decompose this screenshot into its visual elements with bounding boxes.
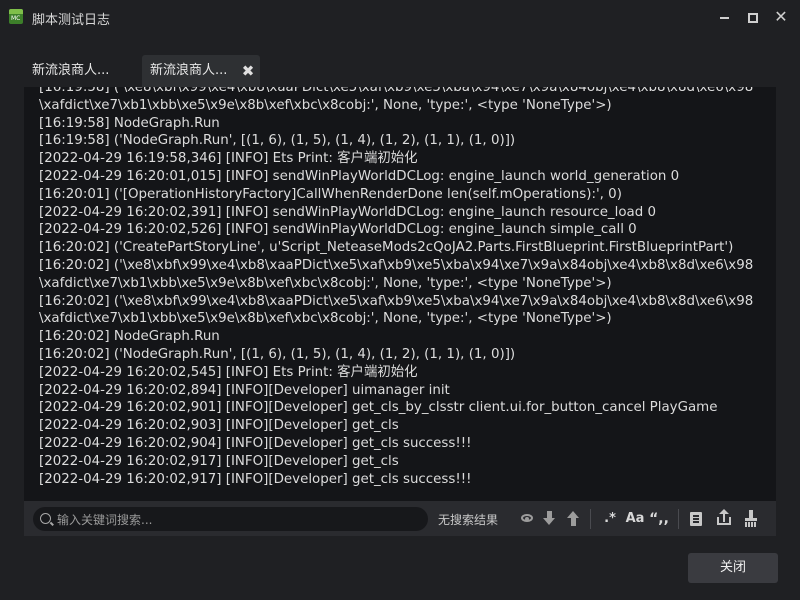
match-case-toggle[interactable]: Aa (624, 509, 646, 529)
log-line: [16:20:02] ('\xe8\xbf\x99\xe4\xb8\xaaPDi… (39, 293, 754, 309)
close-icon: ✕ (774, 7, 788, 26)
log-line: [16:20:02] NodeGraph.Run (39, 329, 220, 345)
toolbar-divider (678, 509, 679, 529)
log-line: \xafdict\xe7\xb1\xbb\xe5\x9e\x8b\xef\xbc… (39, 311, 612, 327)
log-line: [16:20:02] ('NodeGraph.Run', [(1, 6), (1… (39, 346, 516, 362)
minecraft-grass-block-icon: MC (9, 9, 23, 24)
toolbar-divider (590, 509, 591, 529)
tab-label: 新流浪商人... (150, 63, 228, 78)
clear-log-button[interactable] (743, 509, 759, 529)
log-line: [2022-04-29 16:19:58,346] [INFO] Ets Pri… (39, 151, 418, 167)
log-line: [16:20:01] ('[OperationHistoryFactory]Ca… (39, 186, 622, 202)
log-line: [2022-04-29 16:20:02,901] [INFO][Develop… (39, 400, 718, 416)
copy-icon (690, 512, 702, 526)
log-line: [16:19:58] ('NodeGraph.Run', [(1, 6), (1… (39, 133, 516, 149)
log-line: [2022-04-29 16:20:02,903] [INFO][Develop… (39, 418, 399, 434)
log-line: [16:19:58] ('\xe8\xbf\x99\xe4\xb8\xaaPDi… (39, 87, 754, 95)
window-close-button[interactable]: ✕ (771, 7, 791, 27)
log-line: [2022-04-29 16:20:02,917] [INFO][Develop… (39, 471, 472, 487)
maximize-button[interactable] (743, 7, 763, 27)
log-line: [2022-04-29 16:20:02,545] [INFO] Ets Pri… (39, 364, 418, 380)
close-button[interactable]: 关闭 (688, 553, 778, 583)
log-line: \xafdict\xe7\xb1\xbb\xe5\x9e\x8b\xef\xbc… (39, 97, 612, 113)
minimize-button[interactable] (715, 7, 735, 27)
export-log-button[interactable] (716, 509, 732, 529)
maximize-icon (748, 13, 758, 23)
toggle-visibility-button[interactable] (520, 509, 536, 529)
next-match-button[interactable] (542, 509, 558, 529)
previous-match-button[interactable] (566, 509, 582, 529)
tab-label: 新流浪商人... (32, 63, 110, 78)
log-line: [16:19:58] NodeGraph.Run (39, 115, 220, 131)
regex-toggle[interactable]: .* (600, 509, 620, 529)
tab-close-icon[interactable]: ✖ (240, 55, 256, 87)
log-line: [2022-04-29 16:20:02,904] [INFO][Develop… (39, 435, 472, 451)
minimize-icon (720, 17, 729, 19)
log-line: [2022-04-29 16:20:02,894] [INFO][Develop… (39, 382, 450, 398)
tab-script-1[interactable]: 新流浪商人... (24, 55, 139, 87)
search-icon (40, 513, 51, 524)
window-title: 脚本测试日志 (32, 13, 111, 28)
search-input[interactable] (55, 509, 419, 531)
search-toolbar: 无搜索结果 .* Aa “,, (24, 501, 776, 536)
copy-log-button[interactable] (688, 509, 704, 529)
log-line: \xafdict\xe7\xb1\xbb\xe5\x9e\x8b\xef\xbc… (39, 275, 612, 291)
eye-icon (521, 514, 533, 522)
log-line: [2022-04-29 16:20:02,391] [INFO] sendWin… (39, 204, 657, 220)
whole-word-toggle[interactable]: “,, (648, 509, 670, 529)
log-line: [2022-04-29 16:20:02,917] [INFO][Develop… (39, 453, 399, 469)
log-panel[interactable]: [16:19:58] ('\xe8\xbf\x99\xe4\xb8\xaaPDi… (24, 87, 776, 501)
log-output: [16:19:58] ('\xe8\xbf\x99\xe4\xb8\xaaPDi… (39, 87, 769, 488)
log-line: [16:20:02] ('\xe8\xbf\x99\xe4\xb8\xaaPDi… (39, 257, 754, 273)
tab-script-2[interactable]: 新流浪商人... ✖ (142, 55, 260, 87)
title-bar: MC 脚本测试日志 ✕ (0, 0, 800, 34)
log-line: [2022-04-29 16:20:01,015] [INFO] sendWin… (39, 168, 680, 184)
search-status: 无搜索结果 (438, 513, 499, 527)
log-line: [16:20:02] ('CreatePartStoryLine', u'Scr… (39, 240, 734, 256)
search-box[interactable] (33, 507, 428, 531)
log-line: [2022-04-29 16:20:02,526] [INFO] sendWin… (39, 222, 637, 238)
